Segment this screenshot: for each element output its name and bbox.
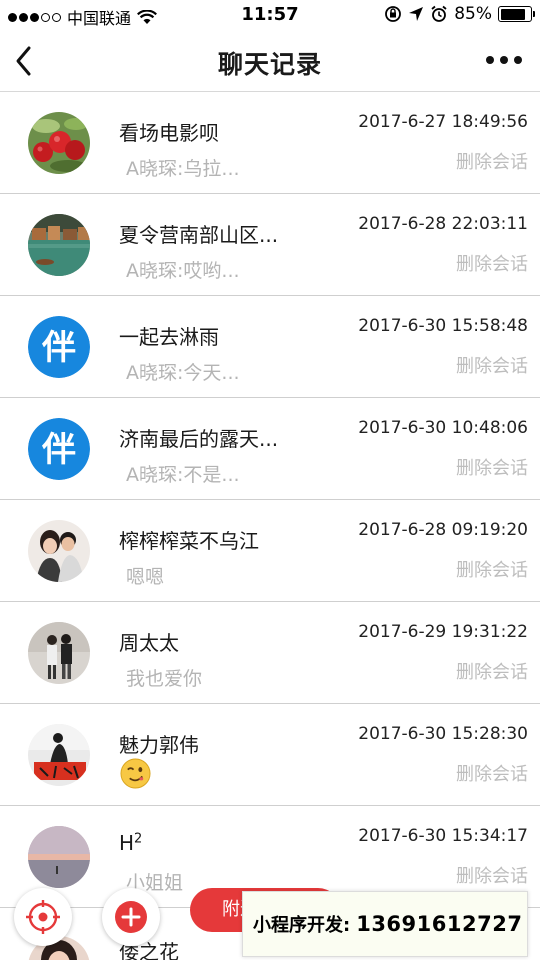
chat-row[interactable]: 伴 济南最后的露天... A晓琛:不是... 2017-6-30 10:48:0… [0, 398, 540, 500]
sunset-photo-avatar [28, 826, 90, 888]
delete-chat-button[interactable]: 删除会话 [456, 352, 528, 378]
promo-phone: 13691612727 [356, 912, 523, 936]
chat-time: 2017-6-29 19:31:22 [358, 622, 528, 642]
delete-chat-button[interactable]: 删除会话 [456, 148, 528, 174]
battery-fill [500, 8, 526, 20]
lake-town-photo-avatar [28, 214, 90, 276]
rotation-lock-icon [385, 6, 402, 22]
chat-preview: 嗯嗯 [126, 566, 165, 588]
alarm-icon [431, 5, 447, 22]
chat-time: 2017-6-30 15:58:48 [358, 316, 528, 336]
chat-name: H2 [119, 831, 142, 855]
couple-photo-avatar [28, 520, 90, 582]
status-right: 85% [384, 4, 535, 24]
wink-emoji-icon [120, 758, 151, 789]
chat-name-superscript: 2 [134, 831, 143, 847]
delete-chat-button[interactable]: 删除会话 [456, 862, 528, 888]
partner-logo-avatar: 伴 [28, 316, 90, 378]
chat-name: 看场电影呗 [119, 121, 219, 145]
delete-chat-button[interactable]: 删除会话 [456, 658, 528, 684]
chat-name: 夏令营南部山区... [119, 223, 279, 247]
chat-time: 2017-6-30 10:48:06 [358, 418, 528, 438]
status-bar: 中国联通 11:57 85% [0, 0, 540, 30]
partner-logo-avatar: 伴 [28, 418, 90, 480]
delete-chat-button[interactable]: 删除会话 [456, 760, 528, 786]
more-dots-icon[interactable] [486, 56, 522, 64]
promo-label: 小程序开发: [253, 915, 351, 936]
chat-row[interactable]: 周太太 我也爱你 2017-6-29 19:31:22 删除会话 [0, 602, 540, 704]
chat-time: 2017-6-27 18:49:56 [358, 112, 528, 132]
nav-bar: 聊天记录 [0, 30, 540, 92]
chat-preview: A晓琛:今天... [126, 362, 240, 384]
chat-preview: 我也爱你 [126, 668, 203, 690]
avatar-logo-text: 伴 [41, 430, 76, 470]
chat-name-base: H [119, 831, 135, 855]
promo-banner: 小程序开发: 13691612727 [242, 891, 528, 957]
chat-name: 魅力郭伟 [119, 733, 199, 757]
couple-standing-photo-avatar [28, 622, 90, 684]
chat-name: 济南最后的露天... [119, 427, 279, 451]
battery-icon [498, 6, 535, 22]
chat-list: 看场电影呗 A晓琛:乌拉... 2017-6-27 18:49:56 删除会话 … [0, 92, 540, 908]
chat-name: 周太太 [119, 631, 179, 655]
delete-chat-button[interactable]: 删除会话 [456, 454, 528, 480]
locate-icon [26, 900, 60, 934]
battery-percent: 85% [454, 4, 492, 24]
chat-preview: A晓琛:哎哟... [126, 260, 240, 282]
location-arrow-icon [409, 7, 424, 21]
delete-chat-button[interactable]: 删除会话 [456, 556, 528, 582]
chat-time: 2017-6-30 15:28:30 [358, 724, 528, 744]
chat-preview: A晓琛:不是... [126, 464, 240, 486]
chat-name: 榨榨榨菜不乌江 [119, 529, 259, 553]
avatar-logo-text: 伴 [41, 328, 76, 368]
chat-row[interactable]: 榨榨榨菜不乌江 嗯嗯 2017-6-28 09:19:20 删除会话 [0, 500, 540, 602]
chat-row[interactable]: 看场电影呗 A晓琛:乌拉... 2017-6-27 18:49:56 删除会话 [0, 92, 540, 194]
chat-time: 2017-6-28 09:19:20 [358, 520, 528, 540]
chat-row[interactable]: 伴 一起去淋雨 A晓琛:今天... 2017-6-30 15:58:48 删除会… [0, 296, 540, 398]
apples-photo-avatar [28, 112, 90, 174]
chat-preview: A晓琛:乌拉... [126, 158, 240, 180]
chat-time: 2017-6-30 15:34:17 [358, 826, 528, 846]
locate-button[interactable] [14, 888, 72, 946]
chat-name: 一起去淋雨 [119, 325, 219, 349]
calligraphy-photo-avatar [28, 724, 90, 786]
chat-row[interactable]: 魅力郭伟 2017-6-30 15:28:30 删除会话 [0, 704, 540, 806]
delete-chat-button[interactable]: 删除会话 [456, 250, 528, 276]
plus-icon [115, 901, 147, 933]
chat-row[interactable]: 夏令营南部山区... A晓琛:哎哟... 2017-6-28 22:03:11 … [0, 194, 540, 296]
chat-time: 2017-6-28 22:03:11 [358, 214, 528, 234]
page-title: 聊天记录 [217, 50, 322, 79]
add-button[interactable] [102, 888, 160, 946]
